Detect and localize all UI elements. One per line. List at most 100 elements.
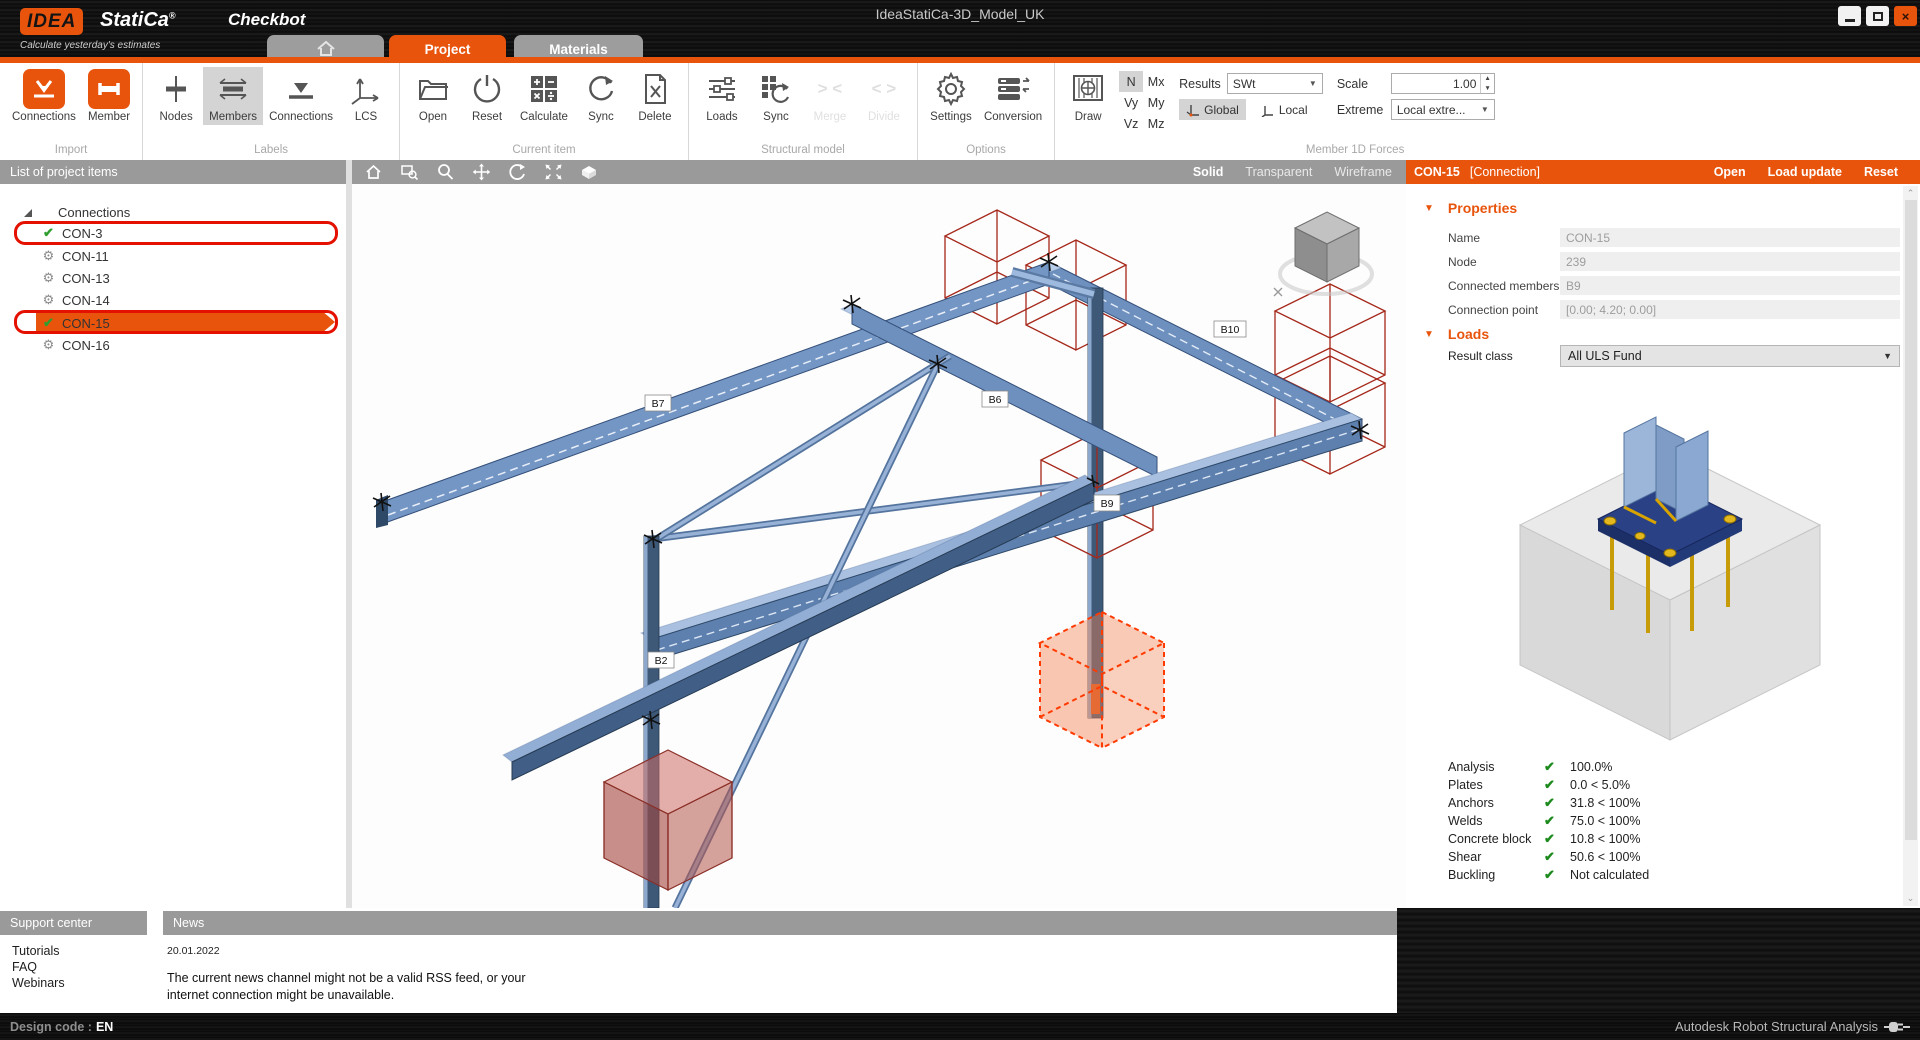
view-cube[interactable] (1274, 212, 1372, 296)
connections-import-button[interactable]: Connections (6, 67, 82, 125)
loads-section-header[interactable]: ▼ Loads (1424, 326, 1489, 342)
force-mz-toggle[interactable]: Mz (1143, 113, 1169, 134)
member-import-button[interactable]: Member (82, 67, 136, 125)
tree-item-con-11[interactable]: ⚙ CON-11 (40, 245, 109, 267)
properties-section-header[interactable]: ▼ Properties (1424, 200, 1517, 216)
render-mode-transparent[interactable]: Transparent (1245, 165, 1312, 179)
nodes-toggle-button[interactable]: Nodes (149, 67, 203, 125)
force-mx-toggle[interactable]: Mx (1143, 71, 1169, 92)
detail-reset-button[interactable]: Reset (1864, 165, 1898, 179)
gear-icon: ⚙ (40, 292, 57, 308)
scroll-down-icon[interactable]: ⌄ (1903, 893, 1918, 904)
solid-cube-icon (578, 163, 600, 181)
maximize-button[interactable] (1866, 6, 1889, 26)
support-link-webinars[interactable]: Webinars (12, 976, 65, 990)
force-vy-toggle[interactable]: Vy (1119, 92, 1143, 113)
property-value-field[interactable]: [0.00; 4.20; 0.00] (1560, 300, 1900, 319)
result-value: 75.0 < 100% (1570, 814, 1641, 828)
results-combo-value: SWt (1233, 77, 1256, 91)
scale-label: Scale (1337, 77, 1385, 91)
spin-down-icon[interactable]: ▼ (1484, 85, 1490, 92)
group-label-import: Import (6, 142, 136, 160)
detail-scrollbar[interactable]: ⌃ ⌄ (1903, 186, 1918, 906)
zoom-window-button[interactable] (394, 162, 424, 182)
results-combo[interactable]: SWt ▼ (1227, 73, 1323, 94)
app-name: Checkbot (228, 10, 305, 30)
conversion-button[interactable]: Conversion (978, 67, 1048, 125)
property-value-field[interactable]: B9 (1560, 276, 1900, 295)
model-viewport[interactable]: B7 B6 B10 B9 B2 (352, 184, 1406, 908)
scale-spinner[interactable]: 1.00 ▲▼ (1391, 73, 1495, 94)
zoom-fit-button[interactable] (538, 162, 568, 182)
minimize-icon (1845, 19, 1855, 22)
scrollbar-thumb[interactable] (1905, 200, 1917, 840)
render-mode-solid[interactable]: Solid (1193, 165, 1224, 179)
footing-box-b2 (604, 750, 732, 890)
local-toggle[interactable]: Local (1254, 99, 1315, 120)
tree-item-con-15-selected[interactable]: ✔ CON-15 (40, 312, 110, 334)
app-window: IdeaStatiCa-3D_Model_UK IDEA StatiCa® Ch… (0, 0, 1920, 1040)
sync-model-button[interactable]: Sync (749, 67, 803, 125)
label-b9: B9 (1101, 498, 1114, 510)
zoom-button[interactable] (430, 162, 460, 182)
lcs-toggle-button[interactable]: LCS (339, 67, 393, 125)
connections-icon (23, 69, 65, 109)
news-message-line1: The current news channel might not be a … (167, 970, 526, 987)
result-label: Welds (1448, 814, 1544, 828)
results-combo-arrow-icon: ▼ (1301, 79, 1317, 88)
extreme-combo[interactable]: Local extre... ▼ (1391, 99, 1495, 120)
tree-item-con-16[interactable]: ⚙ CON-16 (40, 334, 110, 356)
scale-spinner-arrows[interactable]: ▲▼ (1480, 74, 1493, 93)
tree-item-con-14[interactable]: ⚙ CON-14 (40, 289, 110, 311)
rotate-button[interactable] (502, 162, 532, 182)
loads-button[interactable]: Loads (695, 67, 749, 125)
minimize-button[interactable] (1838, 6, 1861, 26)
solid-view-button[interactable] (574, 162, 604, 182)
render-mode-wireframe[interactable]: Wireframe (1334, 165, 1392, 179)
pan-button[interactable] (466, 162, 496, 182)
spin-up-icon[interactable]: ▲ (1484, 75, 1490, 82)
section-collapse-icon[interactable]: ▼ (1424, 203, 1434, 214)
close-button[interactable]: × (1894, 6, 1917, 26)
support-link-faq[interactable]: FAQ (12, 960, 65, 974)
open-button[interactable]: Open (406, 67, 460, 125)
expander-icon[interactable] (24, 209, 32, 217)
sync-arrow-icon (580, 69, 622, 109)
design-code-value: EN (96, 1020, 113, 1034)
delete-button[interactable]: Delete (628, 67, 682, 125)
tree-root-connections[interactable]: Connections (24, 205, 130, 220)
rotate-icon (508, 163, 527, 181)
draw-button[interactable]: Draw (1061, 67, 1115, 125)
section-collapse-icon[interactable]: ▼ (1424, 329, 1434, 340)
support-link-tutorials[interactable]: Tutorials (12, 944, 65, 958)
force-my-toggle[interactable]: My (1143, 92, 1169, 113)
members-toggle-button[interactable]: Members (203, 67, 263, 125)
global-toggle[interactable]: Global (1179, 99, 1246, 120)
property-value-field[interactable]: CON-15 (1560, 228, 1900, 247)
structural-model-canvas: B7 B6 B10 B9 B2 (352, 184, 1406, 908)
tree-item-con-13[interactable]: ⚙ CON-13 (40, 267, 110, 289)
reset-button[interactable]: Reset (460, 67, 514, 125)
selected-connection-box[interactable] (1040, 612, 1164, 748)
calculate-button[interactable]: Calculate (514, 67, 574, 125)
property-row-name: Name CON-15 (1448, 228, 1900, 247)
global-axes-icon (1186, 103, 1200, 117)
force-n-toggle[interactable]: N (1119, 71, 1143, 92)
tree-item-label: CON-16 (62, 338, 110, 353)
settings-button[interactable]: Settings (924, 67, 978, 125)
connections-toggle-button[interactable]: Connections (263, 67, 339, 125)
property-value-field[interactable]: 239 (1560, 252, 1900, 271)
merge-button[interactable]: > < Merge (803, 67, 857, 125)
sync-item-button[interactable]: Sync (574, 67, 628, 125)
home-view-icon (364, 163, 383, 181)
detail-load-update-button[interactable]: Load update (1768, 165, 1842, 179)
scroll-up-icon[interactable]: ⌃ (1903, 188, 1918, 199)
detail-open-button[interactable]: Open (1714, 165, 1746, 179)
result-row-buckling: Buckling ✔ Not calculated (1448, 866, 1649, 884)
label-b2: B2 (655, 655, 668, 667)
view-home-button[interactable] (358, 162, 388, 182)
force-vz-toggle[interactable]: Vz (1119, 113, 1143, 134)
result-class-combo[interactable]: All ULS Fund ▼ (1560, 345, 1900, 367)
tree-item-con-3[interactable]: ✔ CON-3 (40, 222, 102, 244)
divide-button[interactable]: < > Divide (857, 67, 911, 125)
